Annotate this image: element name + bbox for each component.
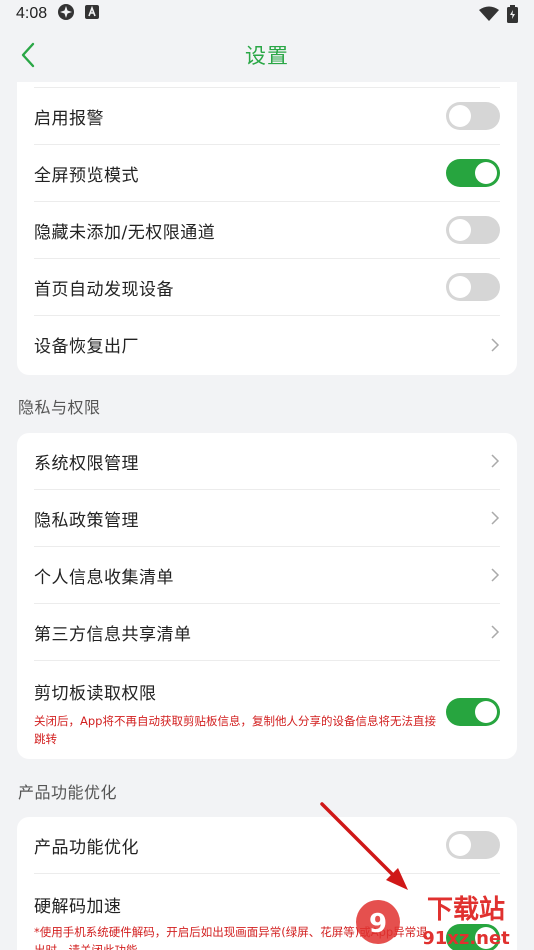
setting-row-system-permissions[interactable]: 系统权限管理: [34, 433, 500, 490]
section-title-privacy: 隐私与权限: [18, 398, 101, 417]
clipboard-note: 关闭后，App将不再自动获取剪贴板信息，复制他人分享的设备信息将无法直接跳转: [34, 714, 436, 746]
setting-label: 首页自动发现设备: [34, 279, 174, 300]
watermark-text-url: 91xz.net: [422, 928, 510, 949]
setting-label: 第三方信息共享清单: [34, 624, 192, 645]
setting-label: 隐私政策管理: [34, 510, 139, 531]
wifi-icon: [479, 6, 499, 26]
chevron-right-icon: [491, 511, 500, 525]
setting-row-fullscreen-preview: 全屏预览模式: [34, 145, 500, 202]
setting-label: 全屏预览模式: [34, 165, 139, 186]
battery-icon: [507, 5, 518, 27]
setting-row-clipboard: 剪切板读取权限 关闭后，App将不再自动获取剪贴板信息，复制他人分享的设备信息将…: [34, 661, 500, 759]
setting-row-third-party-sharing[interactable]: 第三方信息共享清单: [34, 604, 500, 661]
setting-label: 系统权限管理: [34, 453, 139, 474]
chevron-left-icon: [21, 42, 35, 68]
page-title: 设置: [245, 44, 289, 68]
watermark-text-cn: 下载站: [427, 895, 505, 925]
annotation-arrow-icon: [320, 802, 408, 890]
a-notification-icon: [85, 5, 100, 23]
status-bar: 4:08: [0, 0, 534, 28]
privacy-settings-card: 系统权限管理 隐私政策管理 个人信息收集清单 第三方信息共享清单 剪切板读取权限…: [17, 433, 517, 759]
setting-label: 设备恢复出厂: [34, 337, 139, 357]
app-header: 设置: [0, 28, 534, 82]
setting-row-auto-discover: 首页自动发现设备: [34, 259, 500, 316]
chevron-right-icon: [491, 454, 500, 468]
chevron-right-icon: [491, 337, 500, 352]
product-optimization-toggle[interactable]: [446, 831, 500, 859]
chevron-right-icon: [491, 625, 500, 639]
clipboard-toggle[interactable]: [446, 697, 500, 726]
setting-row-enable-alarm: 启用报警: [34, 88, 500, 145]
setting-row-product-optimization: 产品功能优化: [34, 817, 500, 874]
watermark-logo: 9 下载站 91xz.net: [354, 888, 534, 950]
setting-row-privacy-policy[interactable]: 隐私政策管理: [34, 490, 500, 547]
back-button[interactable]: [16, 40, 44, 70]
setting-label: 剪切板读取权限: [34, 684, 157, 704]
setting-label: 产品功能优化: [34, 837, 139, 858]
setting-label: 隐藏未添加/无权限通道: [34, 222, 216, 243]
setting-label: 启用报警: [34, 108, 104, 129]
status-time: 4:08: [16, 5, 48, 22]
section-title-product: 产品功能优化: [18, 783, 118, 802]
setting-row-personal-info-list[interactable]: 个人信息收集清单: [34, 547, 500, 604]
setting-row-factory-reset[interactable]: 设备恢复出厂: [34, 316, 500, 373]
auto-discover-toggle[interactable]: [446, 273, 500, 301]
app-notification-icon: [57, 3, 75, 25]
setting-label: 个人信息收集清单: [34, 567, 174, 588]
fullscreen-preview-toggle[interactable]: [446, 159, 500, 187]
chevron-right-icon: [491, 568, 500, 582]
svg-text:9: 9: [369, 909, 387, 939]
setting-row-hide-channels: 隐藏未添加/无权限通道: [34, 202, 500, 259]
general-settings-card: 启用报警 全屏预览模式 隐藏未添加/无权限通道 首页自动发现设备 设备恢复出厂: [17, 82, 517, 375]
enable-alarm-toggle[interactable]: [446, 102, 500, 130]
hide-channels-toggle[interactable]: [446, 216, 500, 244]
